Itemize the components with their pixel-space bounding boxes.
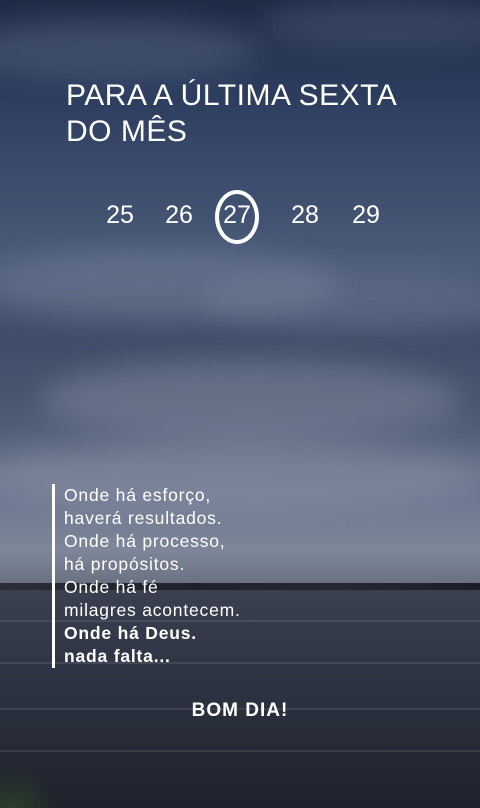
date-row: 25 26 27 28 29 [96, 190, 396, 244]
quote-line: há propósitos. [64, 554, 186, 574]
date-29: 29 [352, 201, 380, 229]
quote-block: Onde há esforço, haverá resultados. Onde… [52, 484, 324, 668]
page-title: PARA A ÚLTIMA SEXTA DO MÊS [66, 78, 436, 150]
quote-bold-line: nada falta... [64, 646, 171, 666]
title-line-2: DO MÊS [66, 115, 188, 148]
greeting-footer: BOM DIA! [191, 700, 289, 721]
quote-line: Onde há esforço, [64, 485, 212, 505]
date-27-highlighted: 27 [223, 201, 251, 229]
quote-line: milagres acontecem. [64, 600, 241, 620]
quote-line: haverá resultados. [64, 508, 223, 528]
date-28: 28 [291, 201, 319, 229]
title-line-1: PARA A ÚLTIMA SEXTA [66, 79, 398, 112]
date-25: 25 [106, 201, 134, 229]
quote-line: Onde há fé [64, 577, 159, 597]
quote-bold-line: Onde há Deus. [64, 623, 197, 643]
quote-line: Onde há processo, [64, 531, 226, 551]
date-26: 26 [165, 201, 193, 229]
